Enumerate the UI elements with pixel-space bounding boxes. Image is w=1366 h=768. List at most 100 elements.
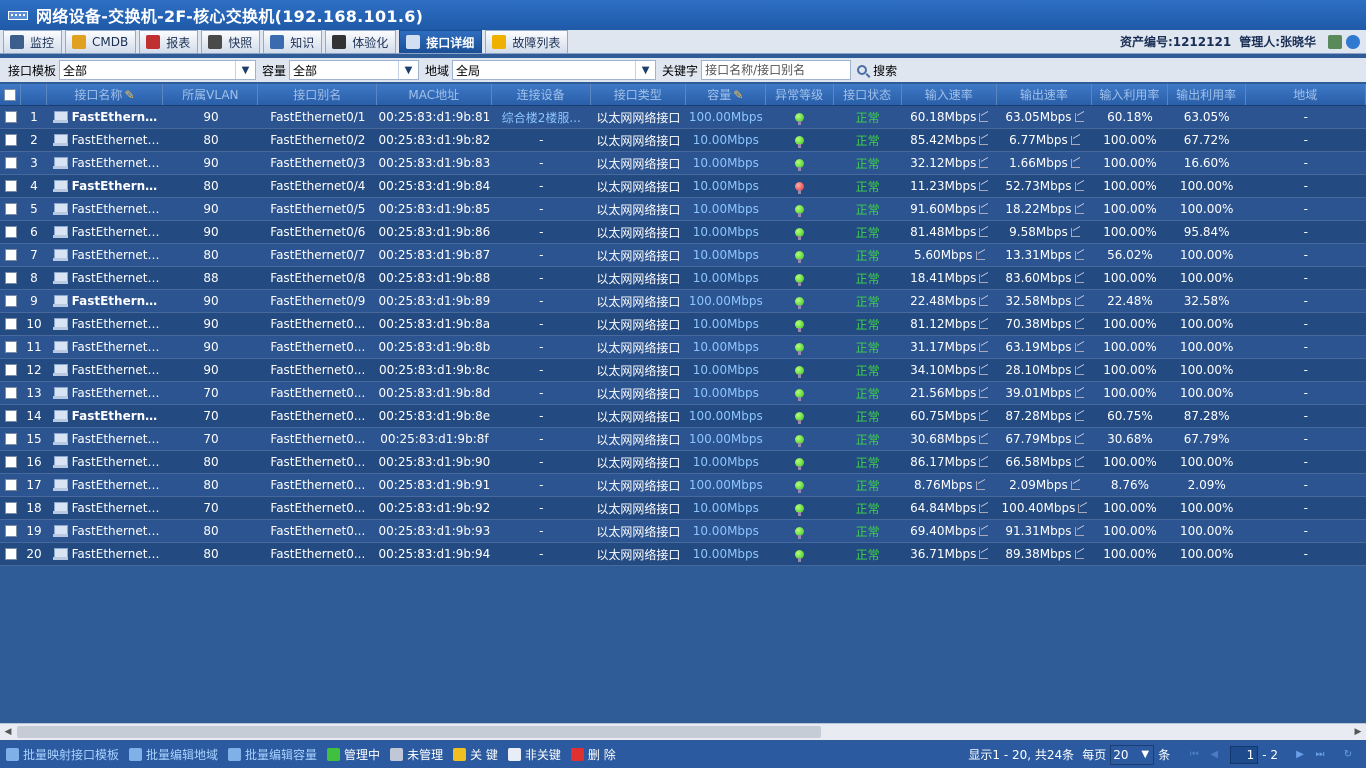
table-row[interactable]: 9 FastEthernet0/9 90 FastEthernet0/9 00:25:8… (0, 290, 1366, 313)
column-header-outu[interactable]: 输出利用率 (1168, 84, 1246, 105)
tab-snapshot[interactable]: 快照 (201, 30, 261, 53)
table-row[interactable]: 11 FastEthernet0/... 90 FastEthernet0... 00:… (0, 336, 1366, 359)
trend-chart-icon[interactable] (1074, 549, 1084, 559)
trend-chart-icon[interactable] (1070, 227, 1080, 237)
table-row[interactable]: 6 FastEthernet0/6 90 FastEthernet0/6 00:25:8… (0, 221, 1366, 244)
trend-chart-icon[interactable] (1074, 526, 1084, 536)
interface-name[interactable]: FastEthernet0/... (72, 547, 164, 561)
table-row[interactable]: 17 FastEthernet0/... 80 FastEthernet0... 00:… (0, 474, 1366, 497)
column-header-vlan[interactable]: 所属VLAN (163, 84, 259, 105)
trend-chart-icon[interactable] (979, 342, 989, 352)
trend-chart-icon[interactable] (979, 457, 989, 467)
checkbox-icon[interactable] (4, 134, 17, 146)
interface-name[interactable]: FastEthernet0/8 (72, 271, 164, 285)
trend-chart-icon[interactable] (979, 158, 989, 168)
trend-chart-icon[interactable] (1074, 457, 1084, 467)
tab-report[interactable]: 报表 (139, 30, 199, 53)
interface-name[interactable]: FastEthernet0/... (72, 524, 164, 538)
trend-chart-icon[interactable] (1074, 319, 1084, 329)
trend-chart-icon[interactable] (979, 135, 989, 145)
template-filter-select[interactable]: 全部 ▼ (59, 60, 257, 80)
interface-name[interactable]: FastEthernet0/5 (72, 202, 164, 216)
checkbox-icon[interactable] (4, 433, 17, 445)
key-button[interactable]: 关 键 (453, 746, 498, 763)
table-row[interactable]: 19 FastEthernet0/... 80 FastEthernet0... 00:… (0, 520, 1366, 543)
non-key-button[interactable]: 非关键 (507, 746, 561, 763)
column-header-status[interactable]: 接口状态 (834, 84, 902, 105)
trend-chart-icon[interactable] (975, 250, 985, 260)
trend-chart-icon[interactable] (979, 227, 989, 237)
interface-name[interactable]: FastEthernet0/... (72, 363, 164, 377)
edit-pencil-icon[interactable]: ✎ (124, 88, 134, 102)
search-button[interactable]: 搜索 (857, 62, 897, 79)
header-row-number[interactable] (21, 84, 47, 105)
table-row[interactable]: 5 FastEthernet0/5 90 FastEthernet0/5 00:25:8… (0, 198, 1366, 221)
tab-cmdb[interactable]: CMDB (65, 30, 137, 53)
trend-chart-icon[interactable] (1074, 250, 1084, 260)
refresh-icon[interactable]: ↻ (1340, 747, 1356, 763)
interface-name[interactable]: FastEthernet0/3 (72, 156, 164, 170)
checkbox-icon[interactable] (4, 157, 17, 169)
trend-chart-icon[interactable] (1070, 158, 1080, 168)
checkbox-icon[interactable] (4, 88, 17, 101)
interface-name[interactable]: FastEthernet0/2 (72, 133, 164, 147)
trend-chart-icon[interactable] (1074, 434, 1084, 444)
edit-region-button[interactable]: 批量编辑地域 (129, 746, 218, 763)
page-number-input[interactable]: 1 (1230, 745, 1259, 764)
interface-name[interactable]: FastEthernet0/4 (72, 179, 164, 193)
chevron-down-icon[interactable]: ▼ (235, 61, 255, 79)
trend-chart-icon[interactable] (979, 319, 989, 329)
trend-chart-icon[interactable] (1074, 296, 1084, 306)
scrollbar-thumb[interactable] (17, 726, 821, 738)
cell-device-value[interactable]: 综合楼2楼服... (502, 109, 581, 126)
trend-chart-icon[interactable] (975, 480, 985, 490)
trend-chart-icon[interactable] (1074, 388, 1084, 398)
checkbox-icon[interactable] (4, 479, 17, 491)
table-row[interactable]: 2 FastEthernet0/2 80 FastEthernet0/2 00:25:8… (0, 129, 1366, 152)
column-header-device[interactable]: 连接设备 (492, 84, 591, 105)
tab-warning[interactable]: 故障列表 (485, 30, 569, 53)
interface-name[interactable]: FastEthernet0/6 (72, 225, 164, 239)
interface-name[interactable]: FastEthernet0/... (72, 340, 164, 354)
checkbox-icon[interactable] (4, 502, 17, 514)
table-row[interactable]: 18 FastEthernet0/... 70 FastEthernet0... 00:… (0, 497, 1366, 520)
trend-chart-icon[interactable] (1074, 181, 1084, 191)
checkbox-icon[interactable] (4, 364, 17, 376)
checkbox-icon[interactable] (4, 180, 17, 192)
capacity-filter-select[interactable]: 全部 ▼ (289, 60, 420, 80)
edit-capacity-button[interactable]: 批量编辑容量 (228, 746, 317, 763)
checkbox-icon[interactable] (4, 525, 17, 537)
checkbox-icon[interactable] (4, 456, 17, 468)
table-row[interactable]: 14 FastEthernet... 70 FastEthernet0... 00:25… (0, 405, 1366, 428)
chevron-down-icon[interactable]: ▼ (1137, 749, 1153, 760)
tab-knowledge[interactable]: 知识 (263, 30, 323, 53)
column-header-region[interactable]: 地域 (1246, 84, 1366, 105)
per-page-select[interactable]: 20 ▼ (1110, 744, 1155, 765)
checkbox-icon[interactable] (4, 318, 17, 330)
interface-name[interactable]: FastEthernet0/1 (72, 110, 164, 124)
checkbox-icon[interactable] (4, 387, 17, 399)
checkbox-icon[interactable] (4, 203, 17, 215)
refresh-icon[interactable] (1346, 34, 1360, 49)
table-row[interactable]: 3 FastEthernet0/3 90 FastEthernet0/3 00:25:8… (0, 152, 1366, 175)
interface-name[interactable]: FastEthernet0/... (72, 432, 164, 446)
trend-chart-icon[interactable] (1070, 135, 1080, 145)
prev-page-icon[interactable]: ◀ (1206, 747, 1222, 763)
interface-name[interactable]: FastEthernet0/... (72, 455, 164, 469)
interface-name[interactable]: FastEthernet0/... (72, 478, 164, 492)
interface-name[interactable]: FastEthernet0/... (72, 501, 164, 515)
trend-chart-icon[interactable] (979, 112, 989, 122)
delete-button[interactable]: 删 除 (570, 746, 616, 763)
horizontal-scrollbar[interactable]: ◀ ▶ (0, 723, 1366, 740)
column-header-cap[interactable]: 容量 ✎ (686, 84, 766, 105)
trend-chart-icon[interactable] (1074, 365, 1084, 375)
trend-chart-icon[interactable] (979, 434, 989, 444)
edit-pencil-icon[interactable]: ✎ (733, 88, 743, 102)
scroll-right-icon[interactable]: ▶ (1350, 724, 1366, 740)
table-row[interactable]: 20 FastEthernet0/... 80 FastEthernet0... 00:… (0, 543, 1366, 566)
table-row[interactable]: 8 FastEthernet0/8 88 FastEthernet0/8 00:25:8… (0, 267, 1366, 290)
table-row[interactable]: 1 FastEthernet0/1 90 FastEthernet0/1 00:25:8… (0, 106, 1366, 129)
table-row[interactable]: 16 FastEthernet0/... 80 FastEthernet0... 00:… (0, 451, 1366, 474)
column-header-out[interactable]: 输出速率 (997, 84, 1093, 105)
checkbox-icon[interactable] (4, 548, 17, 560)
